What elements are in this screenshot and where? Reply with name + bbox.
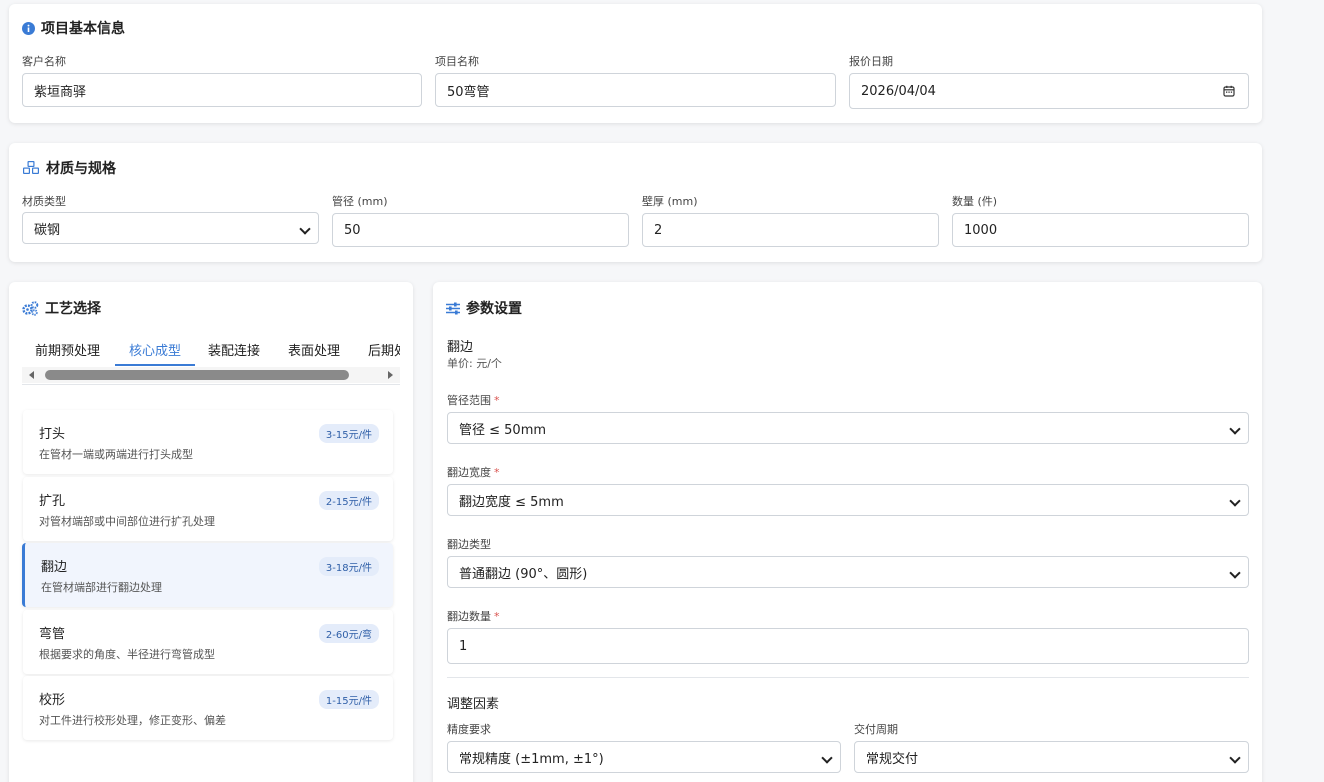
basic-info-card: 项目基本信息 客户名称 紫垣商驿 项目名称 50弯管 报价日期 2026/04/…	[9, 4, 1262, 123]
process-item-flanging[interactable]: 翻边 在管材端部进行翻边处理 3-18元/件	[22, 543, 393, 607]
pipe-range-select[interactable]: 管径 ≤ 50mm	[447, 412, 1249, 444]
process-item-desc: 根据要求的角度、半径进行弯管成型	[39, 648, 215, 661]
params-process-name: 翻边	[447, 340, 474, 355]
params-title-text: 参数设置	[466, 301, 522, 317]
tab-assembly[interactable]: 装配连接	[208, 340, 260, 359]
sliders-icon	[446, 302, 460, 314]
params-unit-price: 单价: 元/个	[447, 357, 502, 370]
wall-thickness-value: 2	[654, 222, 663, 238]
customer-name-value: 紫垣商驿	[34, 84, 87, 100]
material-card: 材质与规格 材质类型 碳钢 管径 (mm) 50 壁厚 (mm) 2 数量 (件…	[9, 143, 1262, 262]
flange-count-value: 1	[459, 638, 468, 654]
process-item-price-badge: 3-18元/件	[318, 557, 379, 576]
scroll-left-icon[interactable]	[28, 371, 36, 379]
process-item-price-badge: 3-15元/件	[318, 424, 379, 443]
delivery-value: 常规交付	[866, 751, 919, 767]
process-item-name: 校形	[39, 693, 66, 708]
tabs-divider	[22, 384, 400, 385]
flange-count-label: 翻边数量 *	[447, 610, 500, 623]
process-item-name: 翻边	[41, 560, 68, 575]
flange-type-select[interactable]: 普通翻边 (90°、圆形)	[447, 556, 1249, 588]
material-type-value: 碳钢	[34, 222, 61, 238]
adjust-factors-title: 调整因素	[447, 697, 500, 712]
delivery-label: 交付周期	[854, 723, 898, 736]
process-item-bending[interactable]: 弯管 根据要求的角度、半径进行弯管成型 2-60元/弯	[23, 610, 393, 674]
project-name-value: 50弯管	[447, 84, 490, 100]
flange-type-value: 普通翻边 (90°、圆形)	[459, 566, 588, 582]
params-title: 参数设置	[446, 298, 522, 318]
pipe-range-label: 管径范围 *	[447, 394, 500, 407]
calendar-icon[interactable]	[1223, 85, 1235, 97]
pipe-diameter-label: 管径 (mm)	[332, 195, 388, 208]
basic-info-title-text: 项目基本信息	[41, 21, 125, 37]
precision-label: 精度要求	[447, 723, 491, 736]
quote-date-value: 2026/04/04	[861, 83, 936, 99]
process-card: 工艺选择 前期预处理 核心成型 装配连接 表面处理 后期处理 打头 在管材一端或…	[9, 282, 413, 782]
process-item-price-badge: 2-15元/件	[318, 491, 379, 510]
params-card: 参数设置 翻边 单价: 元/个 管径范围 * 管径 ≤ 50mm 翻边宽度 * 翻边…	[433, 282, 1262, 782]
material-title-text: 材质与规格	[46, 161, 116, 177]
process-item-name: 打头	[39, 427, 66, 442]
flange-count-input[interactable]: 1	[447, 628, 1249, 664]
basic-info-title: 项目基本信息	[22, 18, 125, 38]
process-item-desc: 在管材端部进行翻边处理	[41, 581, 162, 594]
wall-thickness-input[interactable]: 2	[642, 213, 939, 247]
pipe-diameter-input[interactable]: 50	[332, 213, 629, 247]
quote-date-input[interactable]: 2026/04/04	[849, 73, 1249, 109]
tab-pre-treatment[interactable]: 前期预处理	[35, 340, 100, 359]
quantity-value: 1000	[964, 222, 998, 238]
process-item-desc: 对管材端部或中间部位进行扩孔处理	[39, 515, 215, 528]
tab-post-processing[interactable]: 后期处理	[368, 340, 400, 359]
precision-select[interactable]: 常规精度 (±1mm, ±1°)	[447, 741, 841, 773]
pipe-diameter-value: 50	[344, 222, 361, 238]
scroll-right-icon[interactable]	[386, 371, 394, 379]
process-item-price-badge: 1-15元/件	[318, 690, 379, 709]
process-item-price-badge: 2-60元/弯	[318, 624, 379, 643]
tab-core-forming[interactable]: 核心成型	[129, 340, 181, 359]
process-item-desc: 对工件进行校形处理，修正变形、偏差	[39, 714, 226, 727]
process-item-name: 弯管	[39, 627, 66, 642]
material-title: 材质与规格	[22, 158, 116, 178]
material-type-select[interactable]: 碳钢	[22, 212, 319, 244]
project-name-label: 项目名称	[435, 55, 479, 68]
process-item-desc: 在管材一端或两端进行打头成型	[39, 448, 193, 461]
flange-width-label: 翻边宽度 *	[447, 466, 500, 479]
info-icon	[22, 21, 35, 35]
material-type-label: 材质类型	[22, 195, 66, 208]
active-tab-underline	[115, 364, 195, 366]
process-item-heading[interactable]: 打头 在管材一端或两端进行打头成型 3-15元/件	[23, 410, 393, 474]
quote-date-label: 报价日期	[849, 55, 893, 68]
pipe-range-value: 管径 ≤ 50mm	[459, 422, 547, 438]
quantity-input[interactable]: 1000	[952, 213, 1249, 247]
scrollbar-thumb[interactable]	[45, 370, 349, 380]
flange-type-label: 翻边类型	[447, 538, 491, 551]
project-name-input[interactable]: 50弯管	[435, 73, 836, 107]
tab-surface-treatment[interactable]: 表面处理	[288, 340, 340, 359]
customer-name-input[interactable]: 紫垣商驿	[22, 73, 422, 107]
tabs-scrollbar[interactable]	[22, 367, 400, 383]
params-divider	[447, 677, 1249, 678]
process-item-name: 扩孔	[39, 494, 66, 509]
delivery-select[interactable]: 常规交付	[854, 741, 1249, 773]
process-item-reaming[interactable]: 扩孔 对管材端部或中间部位进行扩孔处理 2-15元/件	[23, 477, 393, 541]
wall-thickness-label: 壁厚 (mm)	[642, 195, 698, 208]
quantity-label: 数量 (件)	[952, 195, 998, 208]
flange-width-value: 翻边宽度 ≤ 5mm	[459, 494, 564, 510]
cubes-icon	[23, 161, 39, 174]
customer-name-label: 客户名称	[22, 55, 66, 68]
process-item-straightening[interactable]: 校形 对工件进行校形处理，修正变形、偏差 1-15元/件	[23, 676, 393, 740]
precision-value: 常规精度 (±1mm, ±1°)	[459, 751, 604, 767]
flange-width-select[interactable]: 翻边宽度 ≤ 5mm	[447, 484, 1249, 516]
